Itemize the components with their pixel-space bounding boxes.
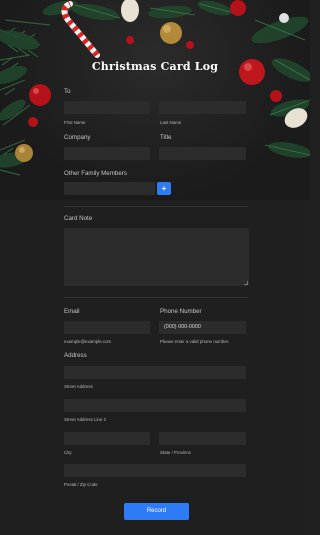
- section-divider: [64, 206, 248, 207]
- phone-hint: Please enter a valid phone number.: [160, 339, 230, 344]
- resize-handle-icon[interactable]: [244, 281, 248, 285]
- company-input[interactable]: [64, 147, 150, 160]
- to-label: To: [64, 88, 71, 95]
- card-note-label: Card Note: [64, 215, 93, 222]
- first-name-sublabel: First Name: [64, 120, 86, 125]
- phone-label: Phone Number: [160, 308, 202, 315]
- family-members-input[interactable]: [64, 182, 155, 195]
- page-title: Christmas Card Log: [91, 60, 219, 73]
- state-input[interactable]: [159, 432, 246, 445]
- email-hint: example@example.com: [64, 339, 112, 344]
- zip-input[interactable]: [64, 464, 246, 477]
- phone-input[interactable]: (000) 000-0000: [159, 321, 246, 334]
- last-name-sublabel: Last Name: [160, 120, 182, 125]
- first-name-input[interactable]: [64, 101, 150, 114]
- header-background: [0, 0, 310, 200]
- state-sublabel: State / Province: [160, 450, 191, 455]
- title-label: Title: [160, 134, 172, 141]
- street-address-sublabel: Street Address: [64, 384, 93, 389]
- city-input[interactable]: [64, 432, 150, 445]
- address-label: Address: [64, 352, 87, 359]
- last-name-input[interactable]: [159, 101, 246, 114]
- street-address-2-input[interactable]: [64, 399, 246, 412]
- email-input[interactable]: [64, 321, 150, 334]
- city-sublabel: City: [64, 450, 72, 455]
- title-input[interactable]: [159, 147, 246, 160]
- street-address-input[interactable]: [64, 366, 246, 379]
- card-note-textarea[interactable]: [64, 228, 249, 286]
- record-button[interactable]: Record: [124, 503, 189, 520]
- company-label: Company: [64, 134, 91, 141]
- zip-sublabel: Postal / Zip Code: [64, 482, 98, 487]
- street-address-2-sublabel: Street Address Line 2: [64, 417, 106, 422]
- section-divider: [64, 297, 248, 298]
- page: Christmas Card Log To First Name Last Na…: [0, 0, 310, 535]
- family-members-label: Other Family Members: [64, 170, 127, 177]
- email-label: Email: [64, 308, 80, 315]
- add-family-member-button[interactable]: +: [157, 182, 171, 195]
